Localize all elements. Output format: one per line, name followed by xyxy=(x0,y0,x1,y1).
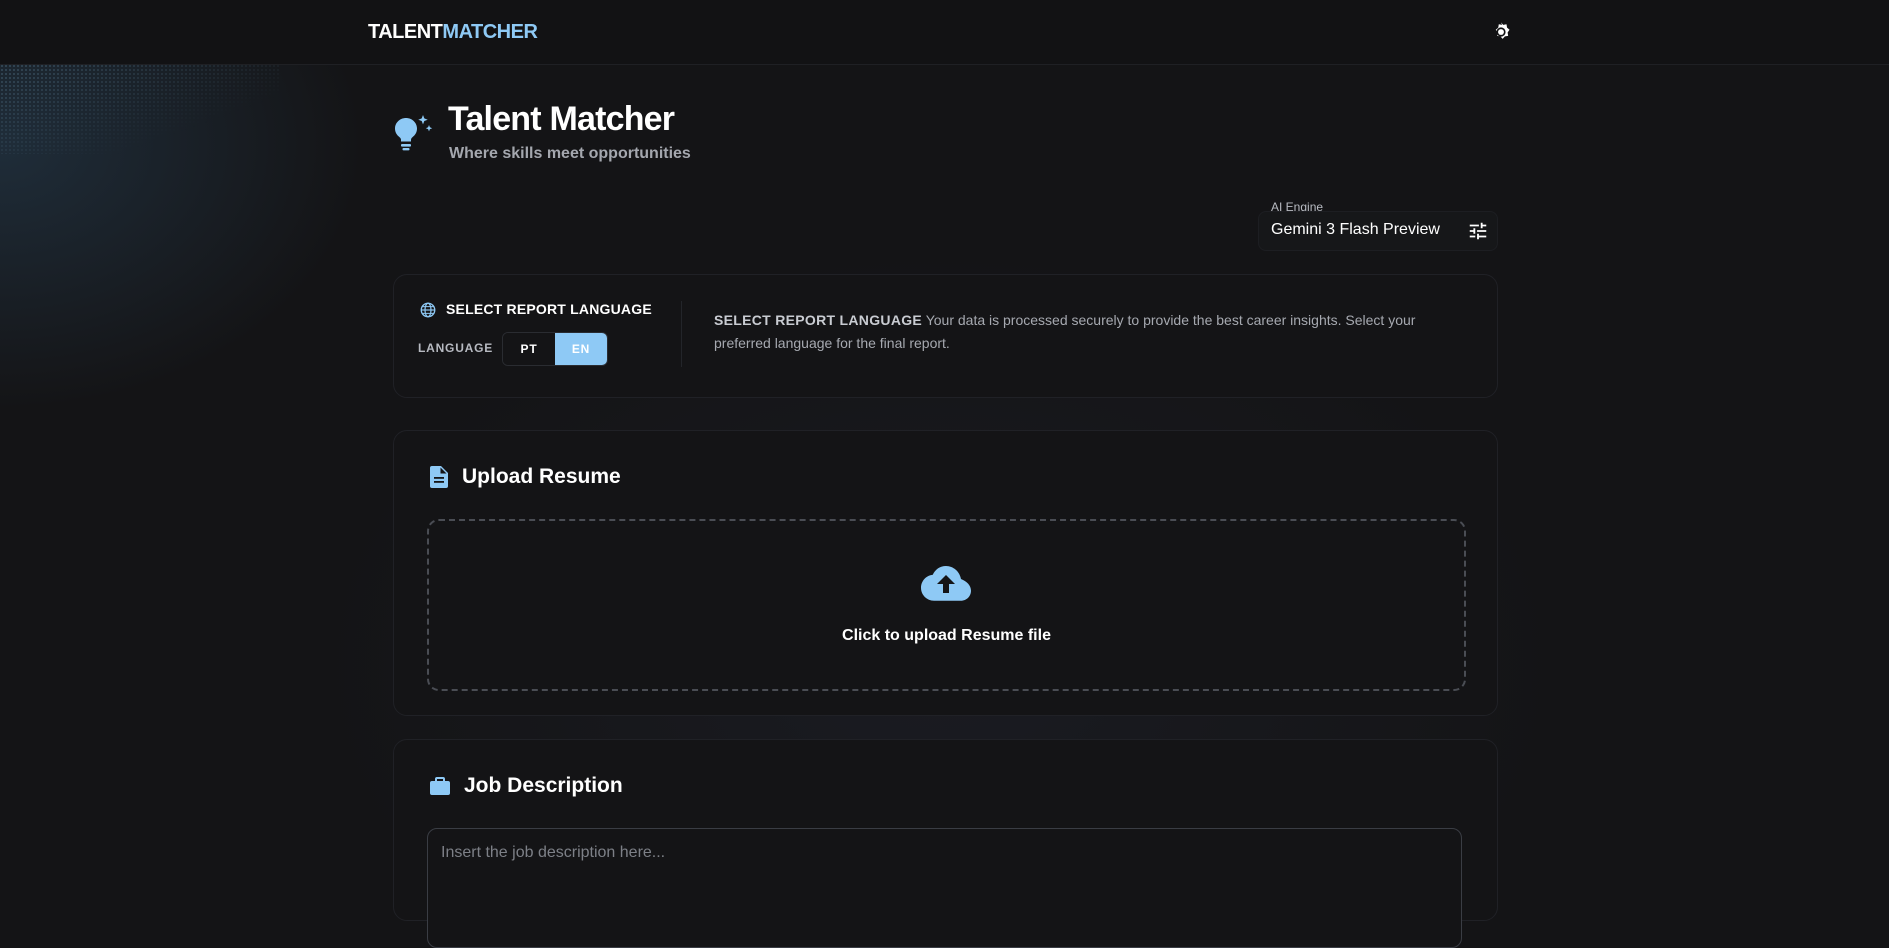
language-option-en[interactable]: EN xyxy=(555,333,607,365)
upload-resume-title: Upload Resume xyxy=(462,465,621,488)
page-title: Talent Matcher xyxy=(448,100,675,138)
brand-part-2: MATCHER xyxy=(442,21,538,43)
globe-icon xyxy=(420,302,436,318)
ai-engine-value: Gemini 3 Flash Preview xyxy=(1271,221,1440,238)
page-subtitle: Where skills meet opportunities xyxy=(449,145,691,162)
cloud-upload-icon xyxy=(921,566,971,601)
divider xyxy=(681,301,682,367)
job-description-input[interactable] xyxy=(427,828,1462,948)
language-toggle: PT EN xyxy=(502,332,608,366)
briefcase-icon xyxy=(430,777,450,795)
theme-toggle-button[interactable] xyxy=(1488,19,1514,45)
upload-resume-header: Upload Resume xyxy=(430,465,621,489)
ai-engine-select[interactable]: Gemini 3 Flash Preview xyxy=(1258,211,1498,251)
language-description-title: SELECT REPORT LANGUAGE xyxy=(714,312,923,328)
document-icon xyxy=(430,466,448,488)
resume-dropzone[interactable]: Click to upload Resume file xyxy=(427,519,1466,691)
upload-resume-card: Upload Resume Click to upload Resume fil… xyxy=(393,430,1498,716)
language-option-pt[interactable]: PT xyxy=(503,333,555,365)
language-description: SELECT REPORT LANGUAGE Your data is proc… xyxy=(714,309,1454,355)
job-description-card: Job Description xyxy=(393,739,1498,948)
top-navbar: TALENTMATCHER xyxy=(0,0,1889,65)
brand-part-1: TALENT xyxy=(368,21,443,43)
language-field-label: LANGUAGE xyxy=(418,341,494,355)
report-language-card: SELECT REPORT LANGUAGE LANGUAGE PT EN SE… xyxy=(393,274,1498,398)
gear-sun-icon xyxy=(1495,22,1510,39)
language-section-title: SELECT REPORT LANGUAGE xyxy=(446,301,652,317)
job-description-header: Job Description xyxy=(430,774,623,798)
brand-logo[interactable]: TALENTMATCHER xyxy=(368,21,538,44)
background-dot-pattern xyxy=(0,64,280,154)
tune-sliders-icon xyxy=(1469,222,1487,240)
upload-cta-text: Click to upload Resume file xyxy=(842,627,1051,644)
job-description-title: Job Description xyxy=(464,774,623,797)
lightbulb-sparkle-icon xyxy=(392,114,436,158)
